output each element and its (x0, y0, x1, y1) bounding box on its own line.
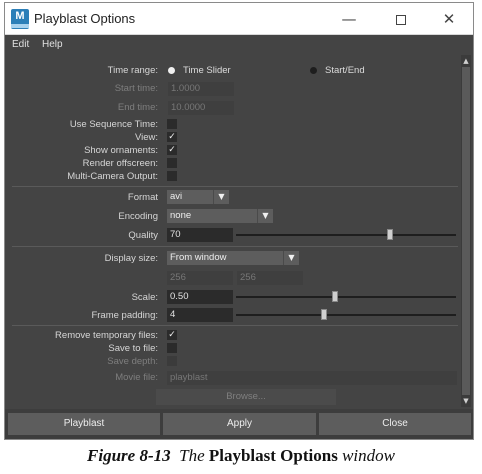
chevron-down-icon[interactable]: ▼ (283, 251, 299, 265)
radio-start-end[interactable] (310, 67, 317, 74)
section-divider (12, 246, 458, 247)
frame-padding-slider-track[interactable] (236, 314, 456, 316)
encoding-dropdown[interactable]: none (167, 209, 257, 223)
format-dropdown[interactable]: avi (167, 190, 213, 204)
section-divider (12, 186, 458, 187)
menu-help[interactable]: Help (42, 39, 63, 50)
save-depth-checkbox[interactable] (167, 356, 177, 366)
render-offscreen-checkbox[interactable] (167, 158, 177, 168)
caption-pre: The (179, 446, 205, 465)
display-width-field[interactable]: 256 (167, 271, 233, 285)
movie-file-field[interactable]: playblast (167, 371, 457, 385)
view-label: View: (134, 132, 158, 143)
remove-temp-files-label: Remove temporary files: (55, 330, 158, 341)
format-label: Format (127, 192, 158, 203)
chevron-down-icon[interactable]: ▼ (213, 190, 229, 204)
frame-padding-field[interactable]: 4 (167, 308, 233, 322)
radio-time-slider[interactable] (168, 67, 175, 74)
close-window-button[interactable]: ✕ (426, 3, 472, 35)
close-button[interactable]: Close (319, 413, 471, 435)
display-height-field[interactable]: 256 (237, 271, 303, 285)
scroll-up-icon[interactable]: ▲ (461, 56, 471, 66)
show-ornaments-checkbox[interactable]: ✓ (167, 145, 177, 155)
quality-label: Quality (128, 230, 158, 241)
vertical-scrollbar[interactable]: ▲ ▼ (461, 55, 471, 407)
apply-button[interactable]: Apply (163, 413, 316, 435)
display-size-label: Display size: (104, 253, 158, 264)
section-divider (12, 325, 458, 326)
frame-padding-label: Frame padding: (91, 310, 158, 321)
end-time-label: End time: (117, 102, 158, 113)
view-checkbox[interactable]: ✓ (167, 132, 177, 142)
render-offscreen-label: Render offscreen: (82, 158, 158, 169)
maximize-icon (396, 14, 406, 25)
save-to-file-label: Save to file: (108, 343, 158, 354)
use-sequence-time-label: Use Sequence Time: (69, 119, 158, 130)
save-depth-label: Save depth: (107, 356, 158, 367)
show-ornaments-label: Show ornaments: (84, 145, 158, 156)
scale-slider-handle[interactable] (332, 291, 338, 302)
start-time-field[interactable]: 1.0000 (168, 82, 234, 96)
figure-caption: Figure 8-13 The Playblast Options window (0, 446, 482, 466)
caption-number: Figure 8-13 (87, 446, 171, 465)
start-end-option-label[interactable]: Start/End (325, 65, 365, 76)
window-title: Playblast Options (34, 11, 136, 26)
scale-label: Scale: (131, 292, 158, 303)
multi-camera-output-label: Multi-Camera Output: (67, 171, 158, 182)
quality-field[interactable]: 70 (167, 228, 233, 242)
chevron-down-icon[interactable]: ▼ (257, 209, 273, 223)
maximize-button[interactable] (378, 3, 424, 35)
display-size-dropdown[interactable]: From window (167, 251, 283, 265)
browse-button[interactable]: Browse... (156, 389, 336, 405)
frame-padding-slider-handle[interactable] (321, 309, 327, 320)
caption-post: window (342, 446, 395, 465)
title-bar[interactable]: M Playblast Options — ✕ (5, 3, 473, 35)
time-slider-option-label[interactable]: Time Slider (183, 65, 231, 76)
scrollbar-thumb[interactable] (462, 67, 470, 395)
remove-temp-files-checkbox[interactable]: ✓ (167, 330, 177, 340)
playblast-options-window: M Playblast Options — ✕ Edit Help Time r… (4, 2, 474, 440)
menu-edit[interactable]: Edit (12, 39, 29, 50)
start-time-label: Start time: (114, 83, 158, 94)
quality-slider-handle[interactable] (387, 229, 393, 240)
scroll-down-icon[interactable]: ▼ (461, 396, 471, 406)
use-sequence-time-checkbox[interactable] (167, 119, 177, 129)
save-to-file-checkbox[interactable] (167, 343, 177, 353)
options-panel: Time range: Time Slider Start/End Start … (8, 55, 460, 407)
end-time-field[interactable]: 10.0000 (168, 101, 234, 115)
button-bar: Playblast Apply Close (5, 409, 473, 439)
time-range-label: Time range: (107, 65, 158, 76)
maya-app-icon: M (11, 9, 29, 29)
scale-slider-track[interactable] (236, 296, 456, 298)
multi-camera-output-checkbox[interactable] (167, 171, 177, 181)
minimize-button[interactable]: — (326, 3, 372, 35)
movie-file-label: Movie file: (115, 372, 158, 383)
quality-slider-track[interactable] (236, 234, 456, 236)
playblast-button[interactable]: Playblast (8, 413, 160, 435)
menu-bar: Edit Help (5, 36, 473, 56)
scale-field[interactable]: 0.50 (167, 290, 233, 304)
caption-name: Playblast Options (208, 446, 338, 465)
encoding-label: Encoding (118, 211, 158, 222)
